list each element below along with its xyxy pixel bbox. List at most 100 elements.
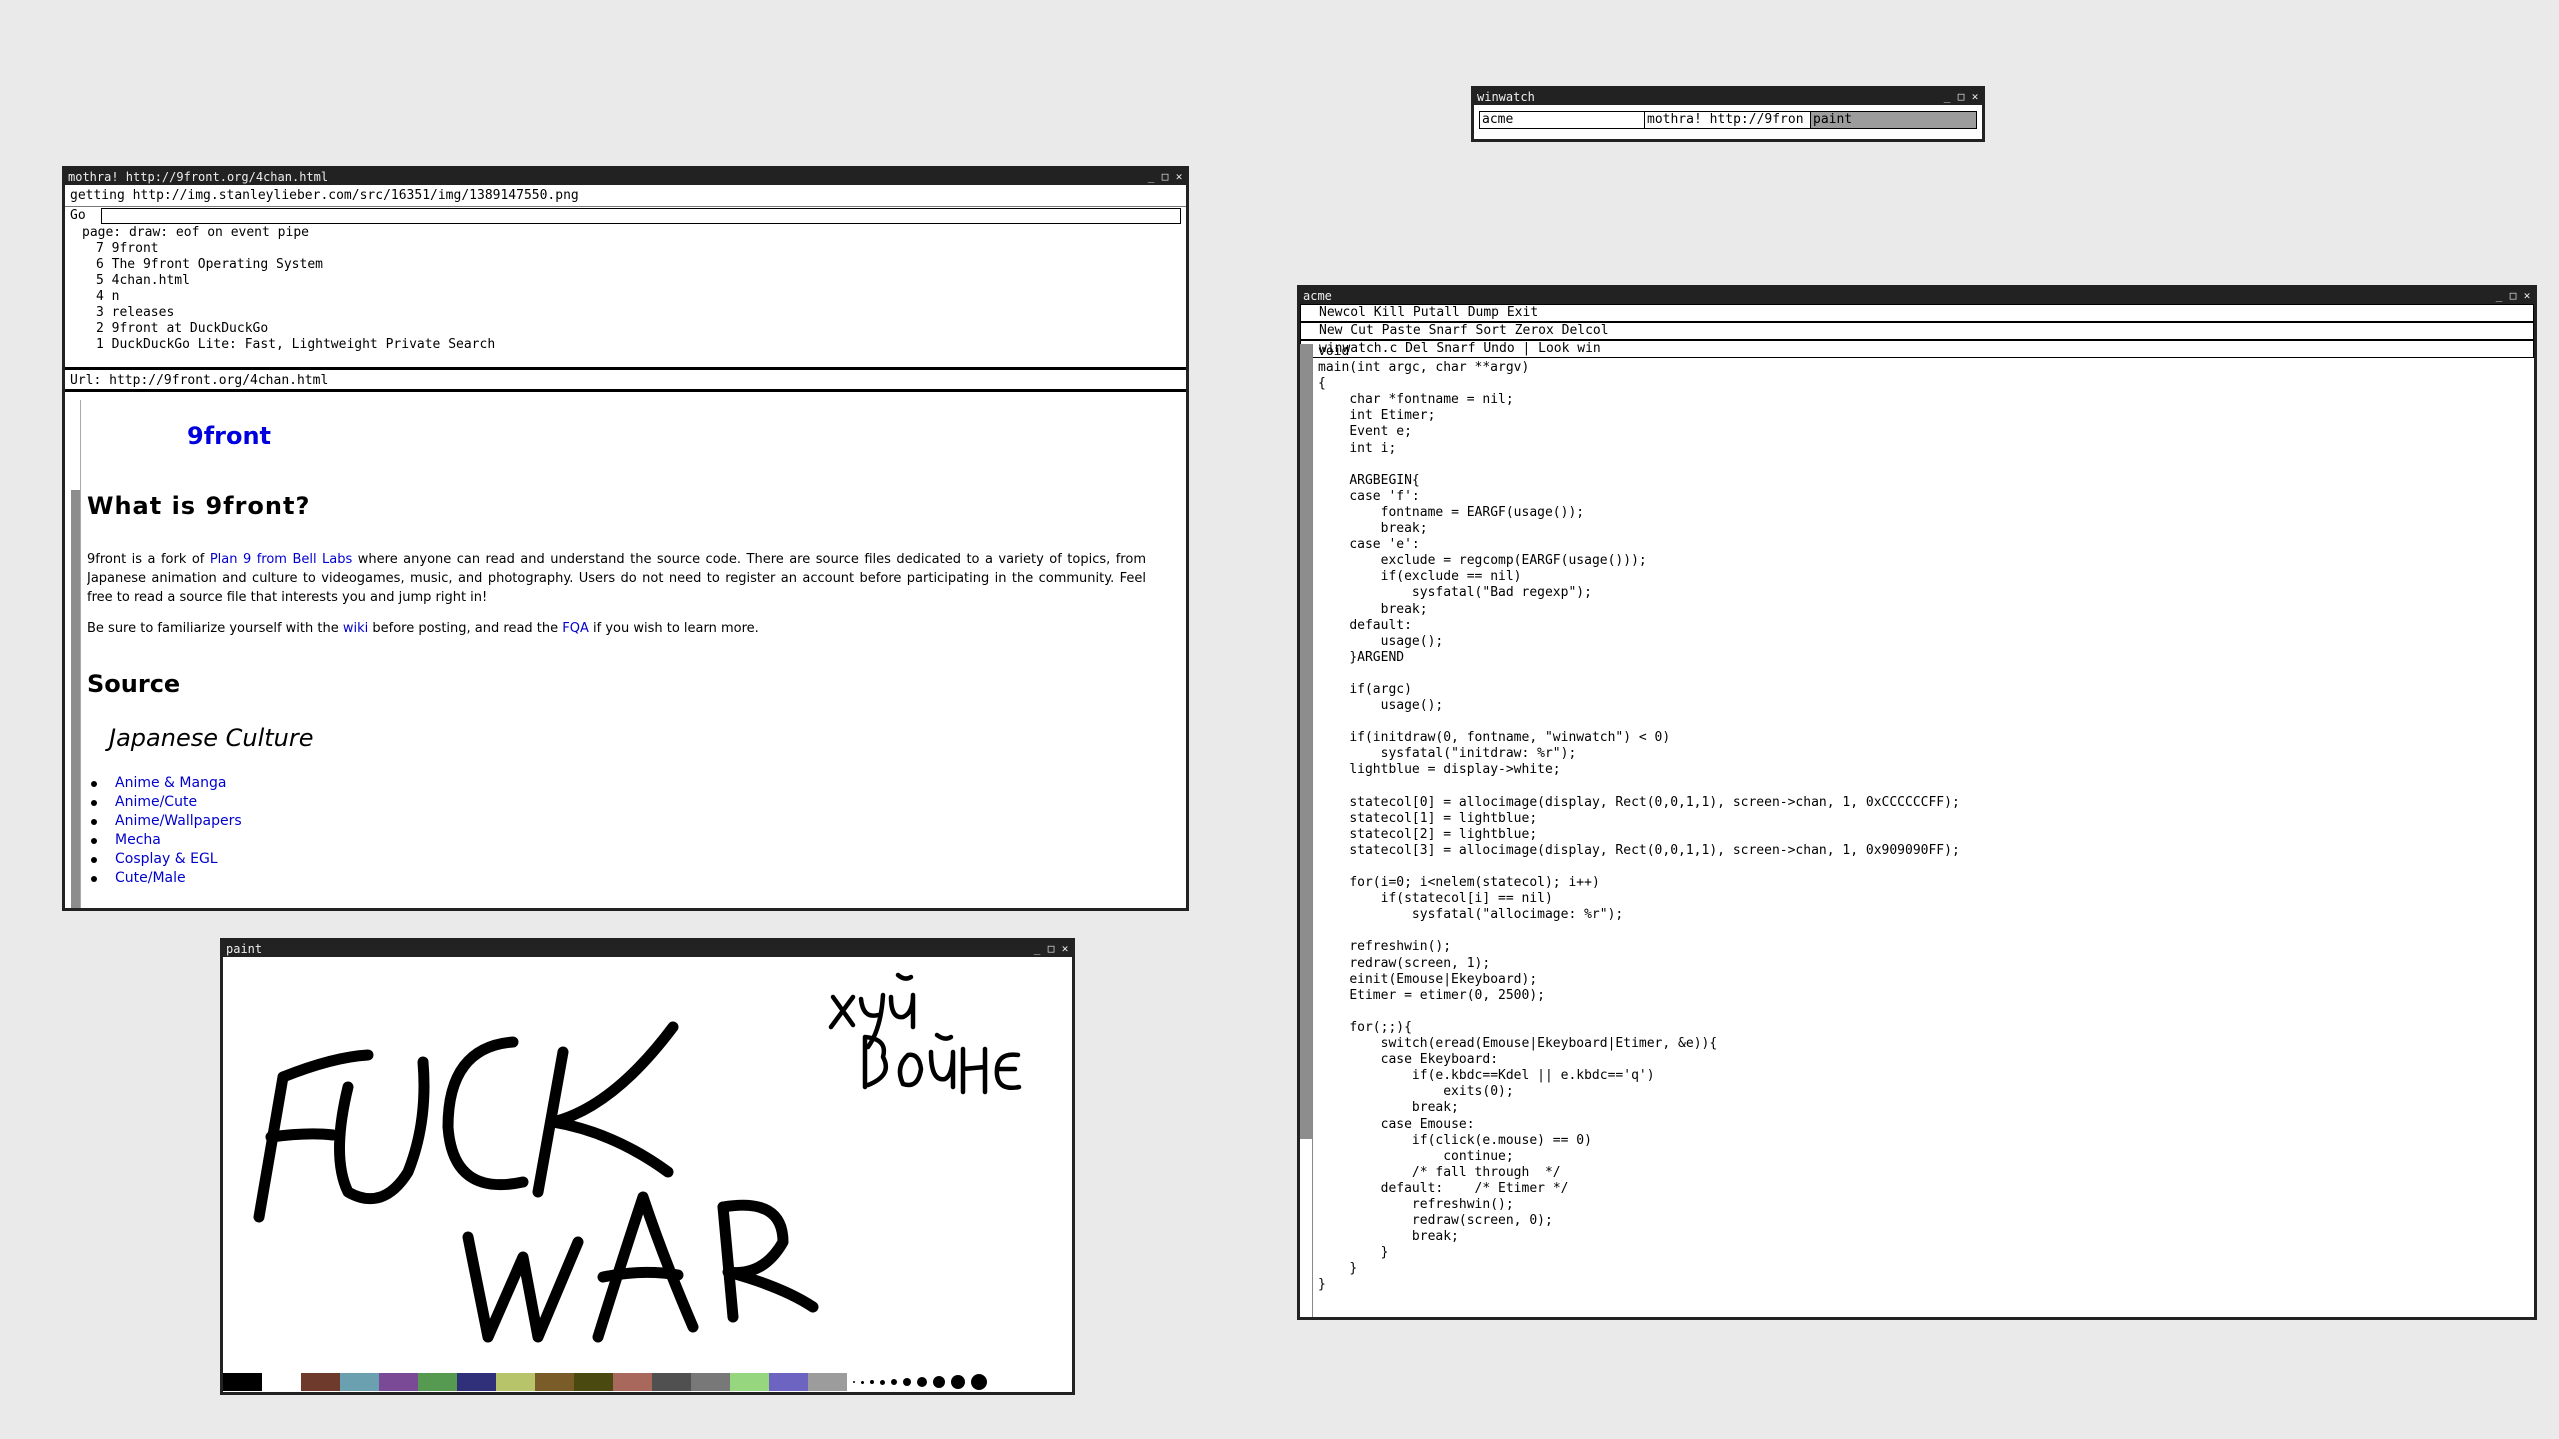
minimize-icon[interactable]: _ <box>1942 89 1952 105</box>
close-icon[interactable]: ✕ <box>2522 288 2532 304</box>
page-link-item[interactable]: Anime & Manga <box>87 774 1146 793</box>
drawing-strokes <box>253 1021 819 1343</box>
wiki-link[interactable]: wiki <box>343 621 368 636</box>
brush-size-option[interactable] <box>951 1375 965 1389</box>
acme-scrollbar[interactable] <box>1300 344 1313 1317</box>
brush-size-option[interactable] <box>861 1380 864 1384</box>
acme-scroll-thumb[interactable] <box>1300 344 1312 1139</box>
acme-window[interactable]: acme _ □ ✕ Newcol Kill Putall Dump Exit … <box>1297 285 2537 1320</box>
color-swatch[interactable] <box>496 1373 535 1391</box>
history-item[interactable]: 1 DuckDuckGo Lite: Fast, Lightweight Pri… <box>70 337 1181 353</box>
acme-body[interactable]: void main(int argc, char **argv) { char … <box>1300 344 2534 1317</box>
winwatch-item-acme[interactable]: acme <box>1479 111 1645 129</box>
color-swatch[interactable] <box>691 1373 730 1391</box>
url-value: http://9front.org/4chan.html <box>109 373 329 388</box>
page-link-item[interactable]: Anime/Cute <box>87 793 1146 812</box>
color-swatch[interactable] <box>613 1373 652 1391</box>
paint-title: paint <box>226 942 263 956</box>
close-icon[interactable]: ✕ <box>1060 941 1070 957</box>
history-item[interactable]: 4 n <box>70 289 1181 305</box>
brush-size-option[interactable] <box>880 1379 885 1385</box>
tag-box[interactable] <box>1304 326 1313 336</box>
acme-column-tag[interactable]: New Cut Paste Snarf Sort Zerox Delcol <box>1300 322 2534 340</box>
fam-text-1: Be sure to familiarize yourself with the <box>87 621 343 636</box>
acme-title: acme <box>1303 289 1332 303</box>
history-item[interactable]: 3 releases <box>70 305 1181 321</box>
fqa-link[interactable]: FQA <box>562 621 589 636</box>
maximize-icon[interactable]: □ <box>1160 169 1170 185</box>
intro-paragraph: 9front is a fork of Plan 9 from Bell Lab… <box>87 550 1146 607</box>
intro-text-1: 9front is a fork of <box>87 552 210 567</box>
fam-text-3: if you wish to learn more. <box>588 621 759 636</box>
color-swatch[interactable] <box>652 1373 691 1391</box>
history-item[interactable]: 7 9front <box>70 241 1181 257</box>
mothra-titlebar[interactable]: mothra! http://9front.org/4chan.html _ □… <box>65 169 1186 185</box>
history-item[interactable]: 5 4chan.html <box>70 273 1181 289</box>
url-label: Url: <box>70 373 102 388</box>
brush-size-option[interactable] <box>891 1379 897 1385</box>
page-scrollbar[interactable] <box>71 400 81 908</box>
minimize-icon[interactable]: _ <box>1146 169 1156 185</box>
brush-size-option[interactable] <box>971 1374 987 1390</box>
history-item[interactable]: 6 The 9front Operating System <box>70 257 1181 273</box>
fam-text-2: before posting, and read the <box>368 621 563 636</box>
brush-size-option[interactable] <box>870 1380 874 1384</box>
close-icon[interactable]: ✕ <box>1970 89 1980 105</box>
maximize-icon[interactable]: □ <box>1046 941 1056 957</box>
plan9-link[interactable]: Plan 9 from Bell Labs <box>210 552 352 567</box>
color-swatch[interactable] <box>457 1373 496 1391</box>
color-swatch[interactable] <box>301 1373 340 1391</box>
source-code[interactable]: void main(int argc, char **argv) { char … <box>1318 344 1960 1294</box>
color-swatch[interactable] <box>574 1373 613 1391</box>
acme-main-tag[interactable]: Newcol Kill Putall Dump Exit <box>1300 304 2534 322</box>
page-view[interactable]: 9front What is 9front? 9front is a fork … <box>65 400 1186 908</box>
color-swatch[interactable] <box>262 1373 301 1391</box>
url-bar[interactable]: Url: http://9front.org/4chan.html <box>65 370 1186 392</box>
history-list[interactable]: page: draw: eof on event pipe 7 9front 6 … <box>65 225 1186 370</box>
page-heading: What is 9front? <box>87 492 311 520</box>
page-scroll-thumb[interactable] <box>71 490 80 908</box>
page-link-item[interactable]: Cosplay & EGL <box>87 850 1146 869</box>
main-tag-text[interactable]: Newcol Kill Putall Dump Exit <box>1319 305 1538 320</box>
color-swatch[interactable] <box>769 1373 808 1391</box>
history-item[interactable]: 2 9front at DuckDuckGo <box>70 321 1181 337</box>
tag-box[interactable] <box>1304 308 1313 318</box>
maximize-icon[interactable]: □ <box>1956 89 1966 105</box>
brush-size-option[interactable] <box>933 1376 945 1388</box>
winwatch-item-paint[interactable]: paint <box>1811 111 1977 129</box>
column-tag-text[interactable]: New Cut Paste Snarf Sort Zerox Delcol <box>1319 323 1609 338</box>
brush-sizes <box>853 1374 987 1390</box>
winwatch-window[interactable]: winwatch _ □ ✕ acme mothra! http://9fron… <box>1471 86 1985 142</box>
paint-titlebar[interactable]: paint _ □ ✕ <box>223 941 1072 957</box>
acme-titlebar[interactable]: acme _ □ ✕ <box>1300 288 2534 304</box>
color-swatch[interactable] <box>418 1373 457 1391</box>
mothra-window[interactable]: mothra! http://9front.org/4chan.html _ □… <box>62 166 1189 911</box>
japanese-culture-heading: Japanese Culture <box>109 724 314 752</box>
brush-size-option[interactable] <box>853 1381 855 1383</box>
go-label: Go <box>70 208 86 223</box>
paint-window[interactable]: paint _ □ ✕ <box>220 938 1075 1395</box>
page-link-item[interactable]: Mecha <box>87 831 1146 850</box>
color-swatch[interactable] <box>808 1373 847 1391</box>
paint-canvas[interactable] <box>223 957 1072 1372</box>
winwatch-titlebar[interactable]: winwatch _ □ ✕ <box>1474 89 1982 105</box>
winwatch-item-mothra[interactable]: mothra! http://9fron <box>1645 111 1811 129</box>
brush-size-option[interactable] <box>917 1377 927 1387</box>
color-swatch[interactable] <box>340 1373 379 1391</box>
maximize-icon[interactable]: □ <box>2508 288 2518 304</box>
brush-size-option[interactable] <box>903 1378 911 1386</box>
color-swatch[interactable] <box>730 1373 769 1391</box>
minimize-icon[interactable]: _ <box>1032 941 1042 957</box>
close-icon[interactable]: ✕ <box>1174 169 1184 185</box>
color-swatch[interactable] <box>379 1373 418 1391</box>
minimize-icon[interactable]: _ <box>2494 288 2504 304</box>
color-swatch[interactable] <box>535 1373 574 1391</box>
page-link-item[interactable]: Anime/Wallpapers <box>87 812 1146 831</box>
site-brand-link[interactable]: 9front <box>187 422 1146 450</box>
color-swatch[interactable] <box>223 1373 262 1391</box>
page-link-item[interactable]: Cute/Male <box>87 869 1146 888</box>
source-heading: Source <box>87 670 181 698</box>
mothra-command-row: Go <box>65 207 1186 225</box>
link-list: Anime & Manga Anime/Cute Anime/Wallpapers M… <box>87 774 1146 888</box>
command-input[interactable] <box>101 208 1181 224</box>
